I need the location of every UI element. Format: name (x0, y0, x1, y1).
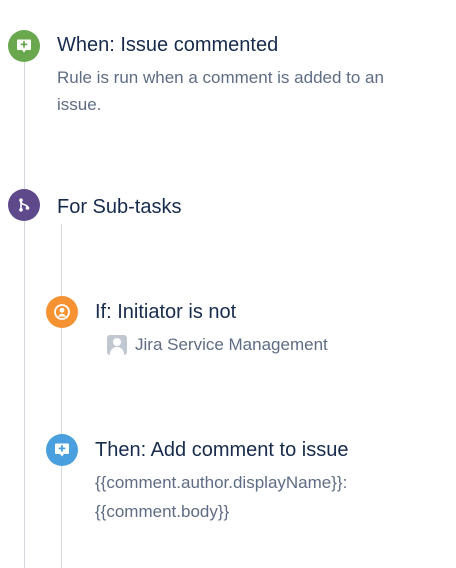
comment-add-icon (55, 443, 69, 457)
branch-title[interactable]: For Sub-tasks (57, 195, 181, 219)
action-comment-line-2: {{comment.body}} (95, 502, 230, 521)
condition-user: Jira Service Management (107, 333, 328, 357)
branch-icon-button[interactable] (8, 189, 40, 221)
user-circle-icon (54, 304, 70, 320)
condition-title[interactable]: If: Initiator is not (95, 300, 236, 324)
condition-user-name: Jira Service Management (135, 335, 328, 354)
trigger-description: Rule is run when a comment is added to a… (57, 68, 384, 114)
action-icon-button[interactable] (46, 434, 78, 466)
condition-icon-button[interactable] (46, 296, 78, 328)
avatar (107, 335, 127, 355)
branch-icon (19, 198, 30, 212)
action-title[interactable]: Then: Add comment to issue (95, 438, 348, 462)
comment-add-icon (17, 39, 31, 53)
branch-timeline-line (61, 224, 62, 568)
trigger-title[interactable]: When: Issue commented (57, 33, 278, 57)
main-timeline-line (24, 46, 25, 568)
action-comment-line-1: {{comment.author.displayName}}: (95, 473, 348, 492)
trigger-icon-button[interactable] (8, 30, 40, 62)
